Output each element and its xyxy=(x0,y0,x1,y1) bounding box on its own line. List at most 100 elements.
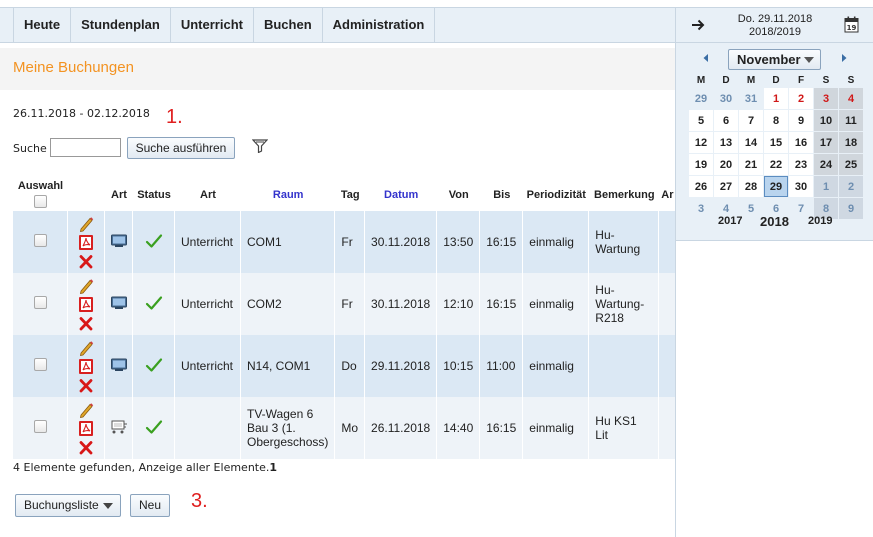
search-button[interactable]: Suche ausführen xyxy=(127,137,235,159)
calendar-day[interactable]: 11 xyxy=(839,110,863,131)
header-bis[interactable]: Bis xyxy=(480,178,524,211)
row-actions-cell xyxy=(68,335,105,397)
pdf-icon[interactable] xyxy=(78,420,94,437)
calendar-day[interactable]: 6 xyxy=(714,110,738,131)
calendar-day[interactable]: 31 xyxy=(739,88,763,109)
row-select-cell xyxy=(13,397,68,459)
calendar-day[interactable]: 24 xyxy=(814,154,838,175)
month-select[interactable]: November xyxy=(728,49,821,70)
date-range: 26.11.2018 - 02.12.2018 xyxy=(13,107,150,120)
booking-list-dropdown[interactable]: Buchungsliste xyxy=(15,494,121,517)
calendar-day[interactable]: 22 xyxy=(764,154,788,175)
calendar-day[interactable]: 3 xyxy=(689,198,713,219)
monitor-icon xyxy=(110,296,128,314)
row-checkbox[interactable] xyxy=(33,420,47,433)
calendar-day[interactable]: 23 xyxy=(789,154,813,175)
calendar-day[interactable]: 2 xyxy=(839,176,863,197)
header-raum[interactable]: Raum xyxy=(241,178,336,211)
calendar-icon[interactable]: 19 xyxy=(844,16,859,33)
select-all-checkbox[interactable] xyxy=(34,195,47,208)
header-periodizitaet[interactable]: Periodizität xyxy=(523,178,590,211)
calendar-day[interactable]: 3 xyxy=(814,88,838,109)
calendar-day[interactable]: 21 xyxy=(739,154,763,175)
month-select-value: November xyxy=(737,52,801,67)
calendar-day[interactable]: 1 xyxy=(764,88,788,109)
row-art xyxy=(175,397,241,459)
calendar-day[interactable]: 18 xyxy=(839,132,863,153)
calendar-day[interactable]: 15 xyxy=(764,132,788,153)
calendar-day[interactable]: 16 xyxy=(789,132,813,153)
pencil-icon[interactable] xyxy=(78,339,94,356)
delete-icon[interactable] xyxy=(78,377,94,394)
tv-cart-icon xyxy=(110,420,128,438)
calendar-day[interactable]: 1 xyxy=(814,176,838,197)
pdf-icon[interactable] xyxy=(78,234,94,251)
calendar-day[interactable]: 29 xyxy=(689,88,713,109)
calendar-day[interactable]: 17 xyxy=(814,132,838,153)
header-art[interactable]: Art xyxy=(175,178,241,211)
delete-icon[interactable] xyxy=(78,439,94,456)
row-select-cell xyxy=(13,273,68,335)
delete-icon[interactable] xyxy=(78,253,94,270)
calendar-day[interactable]: 13 xyxy=(714,132,738,153)
calendar-day[interactable]: 30 xyxy=(714,88,738,109)
calendar-day[interactable]: 12 xyxy=(689,132,713,153)
row-type-cell xyxy=(105,397,133,459)
nav-item-stundenplan[interactable]: Stundenplan xyxy=(71,8,171,43)
header-status[interactable]: Status xyxy=(133,178,175,211)
calendar-day[interactable]: 2 xyxy=(789,88,813,109)
calendar-day[interactable]: 8 xyxy=(764,110,788,131)
header-extra[interactable]: Ar xyxy=(659,178,676,211)
pencil-icon[interactable] xyxy=(78,215,94,232)
calendar-day[interactable]: 26 xyxy=(689,176,713,197)
pdf-icon[interactable] xyxy=(78,296,94,313)
calendar-day-today[interactable]: 29 xyxy=(764,176,788,197)
delete-icon[interactable] xyxy=(78,315,94,332)
next-month-icon[interactable] xyxy=(838,52,850,64)
calendar-day[interactable]: 4 xyxy=(839,88,863,109)
row-checkbox[interactable] xyxy=(33,234,47,247)
year-current[interactable]: 2018 xyxy=(760,214,789,229)
pdf-icon[interactable] xyxy=(78,358,94,375)
calendar-day[interactable]: 10 xyxy=(814,110,838,131)
new-booking-button[interactable]: Neu xyxy=(130,494,170,517)
calendar-day[interactable]: 20 xyxy=(714,154,738,175)
row-tag: Fr xyxy=(335,211,366,273)
calendar-day[interactable]: 5 xyxy=(689,110,713,131)
header-bemerkung[interactable]: Bemerkung xyxy=(589,178,660,211)
row-checkbox[interactable] xyxy=(33,296,47,309)
filter-icon[interactable] xyxy=(251,139,269,154)
row-von: 10:15 xyxy=(437,335,481,397)
nav-item-heute[interactable]: Heute xyxy=(14,8,72,43)
header-auswahl-label: Auswahl xyxy=(17,180,64,192)
calendar-day[interactable]: 14 xyxy=(739,132,763,153)
nav-item-unterricht[interactable]: Unterricht xyxy=(171,8,254,43)
row-extra xyxy=(659,273,676,335)
calendar-day[interactable]: 28 xyxy=(739,176,763,197)
calendar-day[interactable]: 27 xyxy=(714,176,738,197)
row-checkbox[interactable] xyxy=(33,358,47,371)
calendar-day[interactable]: 9 xyxy=(789,110,813,131)
arrow-right-icon[interactable] xyxy=(690,17,706,33)
nav-item-administration[interactable]: Administration xyxy=(323,8,436,43)
search-input[interactable] xyxy=(50,138,121,157)
calendar-header: Do. 29.11.2018 2018/2019 19 xyxy=(676,7,873,43)
page-number[interactable]: 1 xyxy=(269,461,277,474)
header-art-type[interactable]: Art xyxy=(105,178,133,211)
nav-item-buchen[interactable]: Buchen xyxy=(254,8,323,43)
pencil-icon[interactable] xyxy=(78,401,94,418)
year-prev[interactable]: 2017 xyxy=(718,215,742,227)
calendar-day[interactable]: 30 xyxy=(789,176,813,197)
calendar-day[interactable]: 25 xyxy=(839,154,863,175)
annotation-marker-3: 3. xyxy=(191,490,208,512)
row-periodizitaet: einmalig xyxy=(523,273,590,335)
pencil-icon[interactable] xyxy=(78,277,94,294)
header-tag[interactable]: Tag xyxy=(335,178,366,211)
year-next[interactable]: 2019 xyxy=(808,215,832,227)
prev-month-icon[interactable] xyxy=(700,52,712,64)
header-datum[interactable]: Datum xyxy=(365,178,438,211)
calendar-day[interactable]: 7 xyxy=(739,110,763,131)
calendar-day[interactable]: 9 xyxy=(839,198,863,219)
header-von[interactable]: Von xyxy=(437,178,481,211)
calendar-day[interactable]: 19 xyxy=(689,154,713,175)
